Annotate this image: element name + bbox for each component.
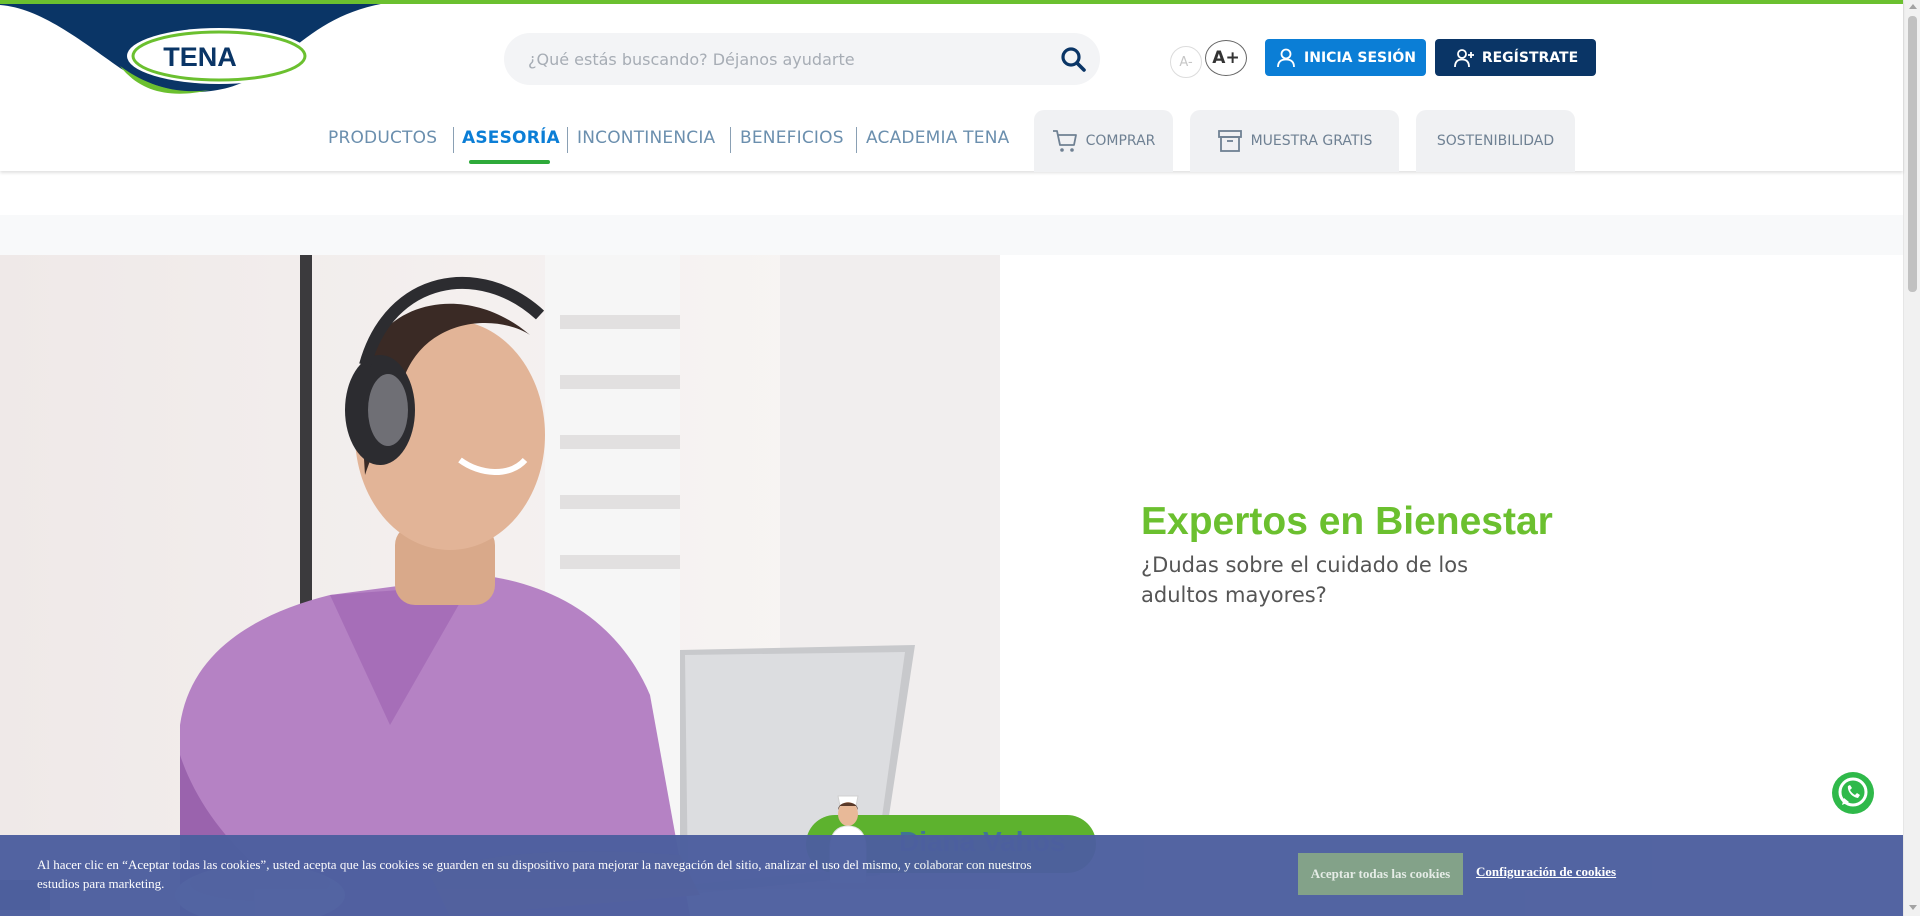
font-increase-button[interactable]: A+: [1205, 40, 1247, 76]
tab-sostenibilidad[interactable]: SOSTENIBILIDAD: [1416, 110, 1575, 172]
scroll-up-arrow-icon[interactable]: [1909, 4, 1917, 9]
page-scrollbar[interactable]: [1903, 0, 1920, 916]
top-accent-line: [0, 0, 1903, 4]
nav-separator: [453, 127, 454, 153]
cart-icon: [1052, 130, 1077, 152]
nav-separator: [730, 127, 731, 153]
main-nav: PRODUCTOS ASESORÍA INCONTINENCIA BENEFIC…: [0, 108, 1903, 172]
scrollbar-thumb[interactable]: [1908, 16, 1917, 292]
hero-subtitle: ¿Dudas sobre el cuidado de los adultos m…: [1141, 553, 1469, 607]
nav-item-asesoria[interactable]: ASESORÍA: [462, 128, 560, 152]
breadcrumb-band: [0, 215, 1903, 255]
nav-item-productos[interactable]: PRODUCTOS: [328, 128, 437, 152]
tab-sostenibilidad-label: SOSTENIBILIDAD: [1436, 133, 1555, 149]
accept-cookies-button[interactable]: Aceptar todas las cookies: [1298, 853, 1463, 895]
cookie-banner: Al hacer clic en “Aceptar todas las cook…: [0, 835, 1903, 916]
cookie-settings-link[interactable]: Configuración de cookies: [1476, 864, 1616, 880]
tab-muestra-gratis-label: MUESTRA GRATIS: [1250, 133, 1373, 149]
nav-separator: [567, 127, 568, 153]
add-user-icon: [1453, 48, 1474, 67]
whatsapp-icon[interactable]: [1830, 770, 1876, 816]
nav-item-academia-tena[interactable]: ACADEMIA TENA: [866, 128, 1009, 152]
nav-separator: [856, 127, 857, 153]
logo-text: TENA: [163, 42, 237, 72]
search-icon[interactable]: [1060, 46, 1086, 72]
search-bar: [504, 33, 1100, 85]
scroll-down-arrow-icon[interactable]: [1909, 905, 1917, 910]
login-label: INICIA SESIÓN: [1304, 49, 1416, 66]
nav-item-beneficios[interactable]: BENEFICIOS: [740, 128, 844, 152]
user-icon: [1277, 48, 1295, 67]
tab-comprar[interactable]: COMPRAR: [1034, 110, 1173, 172]
register-button[interactable]: REGÍSTRATE: [1435, 39, 1596, 76]
hero-title: Expertos en Bienestar: [1141, 500, 1553, 543]
font-decrease-button[interactable]: A-: [1170, 46, 1202, 78]
active-nav-underline: [469, 160, 550, 164]
tena-logo[interactable]: TENA: [0, 0, 410, 96]
tab-comprar-label: COMPRAR: [1085, 133, 1156, 149]
login-button[interactable]: INICIA SESIÓN: [1265, 39, 1426, 76]
site-header: TENA A- A+ INICIA SESIÓN REGÍSTRATE PROD…: [0, 0, 1903, 172]
register-label: REGÍSTRATE: [1481, 49, 1579, 66]
box-icon: [1217, 130, 1242, 152]
nav-item-incontinencia[interactable]: INCONTINENCIA: [577, 128, 715, 152]
tab-muestra-gratis[interactable]: MUESTRA GRATIS: [1190, 110, 1399, 172]
hero-text-block: Expertos en Bienestar ¿Dudas sobre el cu…: [1141, 500, 1641, 610]
cookie-text: Al hacer clic en “Aceptar todas las cook…: [37, 857, 1032, 891]
search-input[interactable]: [528, 33, 1048, 85]
